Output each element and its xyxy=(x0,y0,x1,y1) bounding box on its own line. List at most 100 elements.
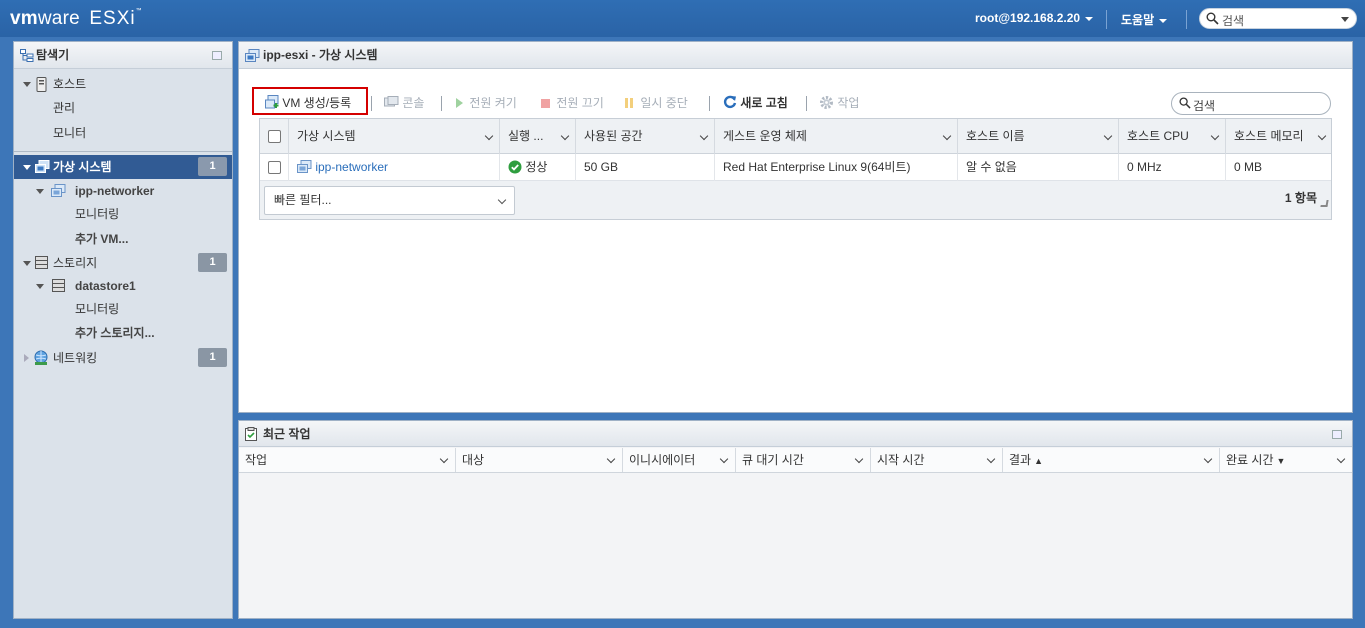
nav-item-manage[interactable]: 관리 xyxy=(14,96,232,120)
vm-icon xyxy=(51,184,66,197)
suspend-button[interactable]: 일시 중단 xyxy=(625,90,688,116)
highlight-box xyxy=(252,87,368,115)
minimize-icon[interactable] xyxy=(1332,430,1342,439)
console-button[interactable]: 콘솔 xyxy=(384,90,424,116)
refresh-icon xyxy=(723,95,737,109)
quick-filter-select[interactable]: 빠른 필터... xyxy=(264,186,515,215)
power-on-button[interactable]: 전원 켜기 xyxy=(456,90,517,116)
column-header-host-cpu[interactable]: 호스트 CPU xyxy=(1119,119,1226,154)
help-menu[interactable]: 도움말 xyxy=(1121,11,1168,28)
expand-arrow-icon[interactable] xyxy=(24,354,29,362)
refresh-button[interactable]: 새로 고침 xyxy=(723,90,788,116)
guest-os-cell: Red Hat Enterprise Linux 9(64비트) xyxy=(715,154,958,181)
count-badge: 1 xyxy=(198,348,227,367)
gear-icon xyxy=(820,96,833,109)
sort-down-icon: ▼ xyxy=(1276,456,1286,466)
play-icon xyxy=(456,98,463,108)
console-icon xyxy=(384,96,399,107)
grid-header: 가상 시스템 실행 ... 사용된 공간 게스트 운영 체제 호스트 이름 호스… xyxy=(260,119,1331,154)
nav-item-storage-monitoring[interactable]: 모니터링 xyxy=(14,297,232,321)
global-search-input[interactable]: 검색 xyxy=(1199,8,1357,29)
grid-footer: 빠른 필터... 1 항목 xyxy=(260,181,1331,219)
chevron-down-icon[interactable] xyxy=(1210,131,1220,141)
chevron-down-icon[interactable] xyxy=(606,454,616,464)
user-menu[interactable]: root@192.168.2.20 xyxy=(975,11,1094,25)
expand-arrow-icon[interactable] xyxy=(36,284,44,289)
power-off-button[interactable]: 전원 끄기 xyxy=(541,90,604,116)
resize-handle-icon[interactable] xyxy=(1320,200,1329,207)
chevron-down-icon xyxy=(497,195,507,205)
nav-item-vm-monitoring[interactable]: 모니터링 xyxy=(14,202,232,226)
nav-item-host[interactable]: 호스트 xyxy=(14,72,232,96)
item-count: 1 항목 xyxy=(1284,191,1317,205)
chevron-down-icon[interactable] xyxy=(699,131,709,141)
dropdown-arrow-icon[interactable] xyxy=(1341,17,1349,22)
recent-tasks-header: 최근 작업 xyxy=(239,421,1352,447)
caret-down-icon xyxy=(1085,16,1094,21)
nav-item-storage[interactable]: 스토리지 1 xyxy=(14,251,232,275)
vm-name-link[interactable]: ipp-networker xyxy=(315,160,388,174)
chevron-down-icon[interactable] xyxy=(439,454,449,464)
column-header-completed-time[interactable]: 완료 시간 ▼ xyxy=(1220,448,1352,472)
column-header-result[interactable]: 결과 ▲ xyxy=(1003,448,1220,472)
search-icon xyxy=(1206,12,1219,25)
expand-arrow-icon[interactable] xyxy=(23,82,31,87)
nav-item-datastore1[interactable]: datastore1 xyxy=(14,274,232,298)
nav-item-virtual-machines[interactable]: 가상 시스템 1 xyxy=(14,155,232,179)
virtual-machines-panel: ipp-esxi - 가상 시스템 VM 생성/등록 콘솔 전원 켜기 전원 끄… xyxy=(238,41,1353,413)
tasks-header-row: 작업 대상 이니시에이터 큐 대기 시간 시작 시간 결과 ▲ 완료 시간 ▼ xyxy=(239,448,1352,473)
chevron-down-icon[interactable] xyxy=(484,131,494,141)
top-bar: vmware ESXi™ root@192.168.2.20 도움말 검색 xyxy=(0,0,1365,37)
chevron-down-icon[interactable] xyxy=(1203,454,1213,464)
expand-arrow-icon[interactable] xyxy=(36,189,44,194)
chevron-down-icon[interactable] xyxy=(1317,131,1327,141)
network-icon xyxy=(34,350,48,365)
column-header-queued-time[interactable]: 큐 대기 시간 xyxy=(736,448,871,472)
recent-tasks-panel: 최근 작업 작업 대상 이니시에이터 큐 대기 시간 시작 시간 결과 ▲ 완료 … xyxy=(238,420,1353,619)
divider xyxy=(371,96,372,111)
navigator-panel: 탐색기 호스트 관리 모니터 가상 시스템 1 ipp-networker 모니… xyxy=(13,41,233,619)
row-checkbox[interactable] xyxy=(260,154,289,181)
chevron-down-icon[interactable] xyxy=(942,131,952,141)
count-badge: 1 xyxy=(198,157,227,176)
divider xyxy=(806,96,807,111)
column-header-host-name[interactable]: 호스트 이름 xyxy=(958,119,1119,154)
vm-search-input[interactable]: 검색 xyxy=(1171,92,1331,115)
tasks-icon xyxy=(245,427,257,441)
select-all-checkbox[interactable] xyxy=(260,119,289,154)
divider xyxy=(709,96,710,111)
navigator-header: 탐색기 xyxy=(14,42,232,69)
column-header-state[interactable]: 실행 ... xyxy=(500,119,576,154)
column-header-used-space[interactable]: 사용된 공간 xyxy=(576,119,715,154)
column-header-host-memory[interactable]: 호스트 메모리 xyxy=(1226,119,1332,154)
column-header-guest-os[interactable]: 게스트 운영 체제 xyxy=(715,119,958,154)
column-header-initiator[interactable]: 이니시에이터 xyxy=(623,448,736,472)
nav-item-ipp-networker[interactable]: ipp-networker xyxy=(14,179,232,203)
column-header-start-time[interactable]: 시작 시간 xyxy=(871,448,1003,472)
nav-item-networking[interactable]: 네트워킹 1 xyxy=(14,346,232,370)
chevron-down-icon[interactable] xyxy=(1336,454,1346,464)
vm-name-cell[interactable]: ipp-networker xyxy=(289,154,500,181)
minimize-icon[interactable] xyxy=(212,51,222,60)
expand-arrow-icon[interactable] xyxy=(23,165,31,170)
expand-arrow-icon[interactable] xyxy=(23,261,31,266)
table-row[interactable]: ipp-networker 정상 50 GB Red Hat Enterpris… xyxy=(260,154,1331,181)
chevron-down-icon[interactable] xyxy=(986,454,996,464)
chevron-down-icon[interactable] xyxy=(1103,131,1113,141)
stop-icon xyxy=(541,99,550,108)
column-header-target[interactable]: 대상 xyxy=(456,448,623,472)
toolbar: VM 생성/등록 콘솔 전원 켜기 전원 끄기 일시 중단 새로 고침 작업 검… xyxy=(253,90,1333,116)
column-header-task[interactable]: 작업 xyxy=(239,448,456,472)
chevron-down-icon[interactable] xyxy=(560,131,570,141)
nav-item-monitor[interactable]: 모니터 xyxy=(14,121,232,145)
actions-button[interactable]: 작업 xyxy=(819,90,859,116)
host-memory-cell: 0 MB xyxy=(1234,160,1263,174)
chevron-down-icon[interactable] xyxy=(719,454,729,464)
nav-item-more-vms[interactable]: 추가 VM... xyxy=(14,227,232,251)
search-icon xyxy=(1179,97,1191,109)
column-header-vm[interactable]: 가상 시스템 xyxy=(289,119,500,154)
vm-group-icon xyxy=(35,160,50,173)
divider xyxy=(14,151,232,152)
chevron-down-icon[interactable] xyxy=(854,454,864,464)
nav-item-more-storage[interactable]: 추가 스토리지... xyxy=(14,321,232,345)
